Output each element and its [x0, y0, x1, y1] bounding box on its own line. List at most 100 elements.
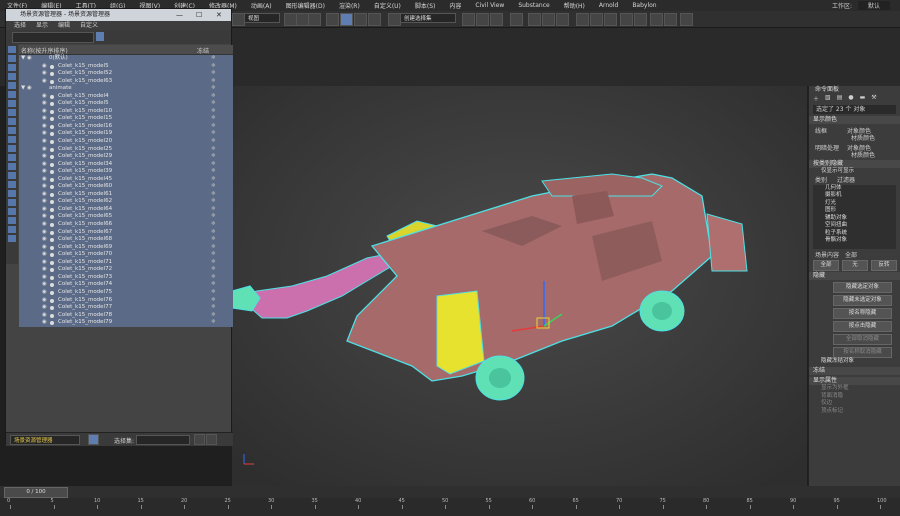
eye-icon[interactable]: ◉ — [42, 221, 47, 229]
render-dot-icon[interactable] — [50, 64, 54, 69]
filter-toggle-icon[interactable] — [8, 109, 16, 116]
none-button[interactable]: 无 — [842, 259, 868, 271]
hide-by-category-section[interactable]: 按类别隐藏 — [809, 160, 900, 168]
render-dot-icon[interactable] — [50, 313, 54, 318]
freeze-icon[interactable]: ❄ — [211, 251, 216, 259]
eye-icon[interactable]: ◉ — [42, 70, 47, 78]
explorer-type-dropdown[interactable]: 场景资源管理器 — [10, 435, 80, 445]
filter-toggle-icon[interactable] — [8, 136, 16, 143]
filter-tab[interactable]: 过滤器 — [837, 176, 855, 185]
align-icon[interactable] — [476, 13, 489, 26]
object-row[interactable]: ◉ Colet_k15_model69 ❄ — [19, 243, 233, 252]
menu-item[interactable]: 自定义(U) — [367, 1, 408, 10]
freeze-icon[interactable]: ❄ — [211, 289, 216, 297]
all-button[interactable]: 全部 — [813, 259, 839, 271]
render-dot-icon[interactable] — [50, 185, 54, 190]
freeze-section[interactable]: 冻结 — [809, 367, 900, 375]
freeze-icon[interactable]: ❄ — [211, 130, 216, 138]
menu-item[interactable]: Substance — [511, 2, 556, 9]
eye-icon[interactable]: ◉ — [42, 130, 47, 138]
show-only-displayable-checkbox[interactable]: 仅显示可显示 — [809, 168, 900, 176]
eye-icon[interactable]: ◉ — [27, 55, 32, 63]
layer-row[interactable]: ▼ ◉ animate ❄ — [19, 85, 233, 93]
category-item[interactable]: 辅助对象 — [813, 215, 896, 223]
freeze-icon[interactable]: ❄ — [211, 183, 216, 191]
eye-icon[interactable]: ◉ — [42, 138, 47, 146]
eye-icon[interactable]: ◉ — [42, 236, 47, 244]
object-row[interactable]: ◉ Colet_k15_model52 ❄ — [19, 70, 233, 78]
object-row[interactable]: ◉ Colet_k15_model16 ❄ — [19, 122, 233, 131]
eye-icon[interactable]: ◉ — [42, 161, 47, 169]
rotate-icon[interactable] — [308, 13, 321, 26]
freeze-icon[interactable]: ❄ — [211, 229, 216, 237]
object-row[interactable]: ◉ Colet_k15_model15 ❄ — [19, 115, 233, 123]
freeze-icon[interactable]: ❄ — [211, 63, 216, 71]
display-property-checkbox[interactable]: 顶点标记 — [809, 408, 900, 416]
selection-set-field[interactable] — [136, 435, 190, 445]
filter-toggle-icon[interactable] — [8, 73, 16, 80]
category-item[interactable]: 骨骼对象 — [813, 237, 896, 245]
perspective-viewport[interactable] — [232, 86, 807, 486]
filter-toggle-icon[interactable] — [8, 154, 16, 161]
eye-icon[interactable]: ◉ — [42, 78, 47, 86]
freeze-icon[interactable]: ❄ — [211, 319, 216, 327]
render-dot-icon[interactable] — [50, 260, 54, 265]
object-row[interactable]: ◉ Colet_k15_model10 ❄ — [19, 107, 233, 116]
render-dot-icon[interactable] — [50, 79, 54, 84]
object-row[interactable]: ◉ Colet_k15_model67 ❄ — [19, 228, 233, 237]
hide-frozen-checkbox[interactable]: 隐藏冻结对象 — [809, 358, 900, 366]
material-editor-icon[interactable] — [556, 13, 569, 26]
render-dot-icon[interactable] — [50, 298, 54, 303]
menu-item[interactable]: 脚本(S) — [408, 1, 443, 10]
eye-icon[interactable]: ◉ — [42, 274, 47, 282]
filter-icon[interactable] — [96, 32, 104, 41]
frozen-column-header[interactable]: 冻结 — [197, 46, 209, 55]
filter-toggle-icon[interactable] — [8, 163, 16, 170]
spinner-snap-icon[interactable] — [368, 13, 381, 26]
display-properties-section[interactable]: 显示属性 — [809, 377, 900, 385]
create-tab-icon[interactable]: ＋ — [813, 94, 819, 104]
scene-content-radio[interactable]: 场景内容 — [815, 251, 839, 260]
object-row[interactable]: ◉ Colet_k15_model73 ❄ — [19, 273, 233, 282]
time-slider[interactable]: 0 / 100 — [4, 487, 68, 498]
hide-action-button[interactable]: 按名称隐藏 — [833, 307, 892, 319]
render-frame-icon[interactable] — [590, 13, 603, 26]
render-dot-icon[interactable] — [50, 140, 54, 145]
selection-set-add-icon[interactable] — [206, 434, 217, 445]
render-dot-icon[interactable] — [50, 268, 54, 273]
render-dot-icon[interactable] — [50, 245, 54, 250]
explorer-menu-item[interactable]: 显示 — [36, 21, 48, 30]
eye-icon[interactable]: ◉ — [42, 108, 47, 116]
hierarchy-tab-icon[interactable]: ▤ — [837, 94, 843, 104]
workspace-dropdown[interactable]: 默认 — [857, 1, 890, 10]
freeze-icon[interactable]: ❄ — [211, 115, 216, 123]
all-radio[interactable]: 全部 — [845, 251, 857, 260]
menu-item[interactable]: 内容 — [442, 1, 468, 10]
object-row[interactable]: ◉ Colet_k15_model76 ❄ — [19, 296, 233, 305]
filter-toggle-icon[interactable] — [8, 64, 16, 71]
object-row[interactable]: ◉ Colet_k15_model25 ❄ — [19, 145, 233, 154]
object-row[interactable]: ◉ Colet_k15_model4 ❄ — [19, 92, 233, 101]
object-row[interactable]: ◉ Colet_k15_model5 ❄ — [19, 100, 233, 108]
object-row[interactable]: ◉ Colet_k15_model45 ❄ — [19, 175, 233, 184]
selection-set-edit-icon[interactable] — [194, 434, 205, 445]
eye-icon[interactable]: ◉ — [42, 191, 47, 199]
render-setup-icon[interactable] — [576, 13, 589, 26]
category-item[interactable]: 摄影机 — [813, 192, 896, 200]
invert-button[interactable]: 反转 — [871, 259, 897, 271]
mirror-icon[interactable] — [462, 13, 475, 26]
render-dot-icon[interactable] — [50, 321, 54, 326]
arnold-icon[interactable] — [664, 13, 677, 26]
freeze-icon[interactable]: ❄ — [211, 297, 216, 305]
name-column-header[interactable]: 名称(按升序排序) — [21, 46, 68, 55]
object-row[interactable]: ◉ Colet_k15_model29 ❄ — [19, 153, 233, 161]
render-dot-icon[interactable] — [50, 275, 54, 280]
filter-toggle-icon[interactable] — [8, 181, 16, 188]
eye-icon[interactable]: ◉ — [42, 93, 47, 101]
eye-icon[interactable]: ◉ — [42, 213, 47, 221]
object-row[interactable]: ◉ Colet_k15_model60 ❄ — [19, 183, 233, 191]
filter-toggle-icon[interactable] — [8, 199, 16, 206]
eye-icon[interactable]: ◉ — [27, 85, 32, 93]
freeze-icon[interactable]: ❄ — [211, 138, 216, 146]
object-row[interactable]: ◉ Colet_k15_model68 ❄ — [19, 236, 233, 244]
